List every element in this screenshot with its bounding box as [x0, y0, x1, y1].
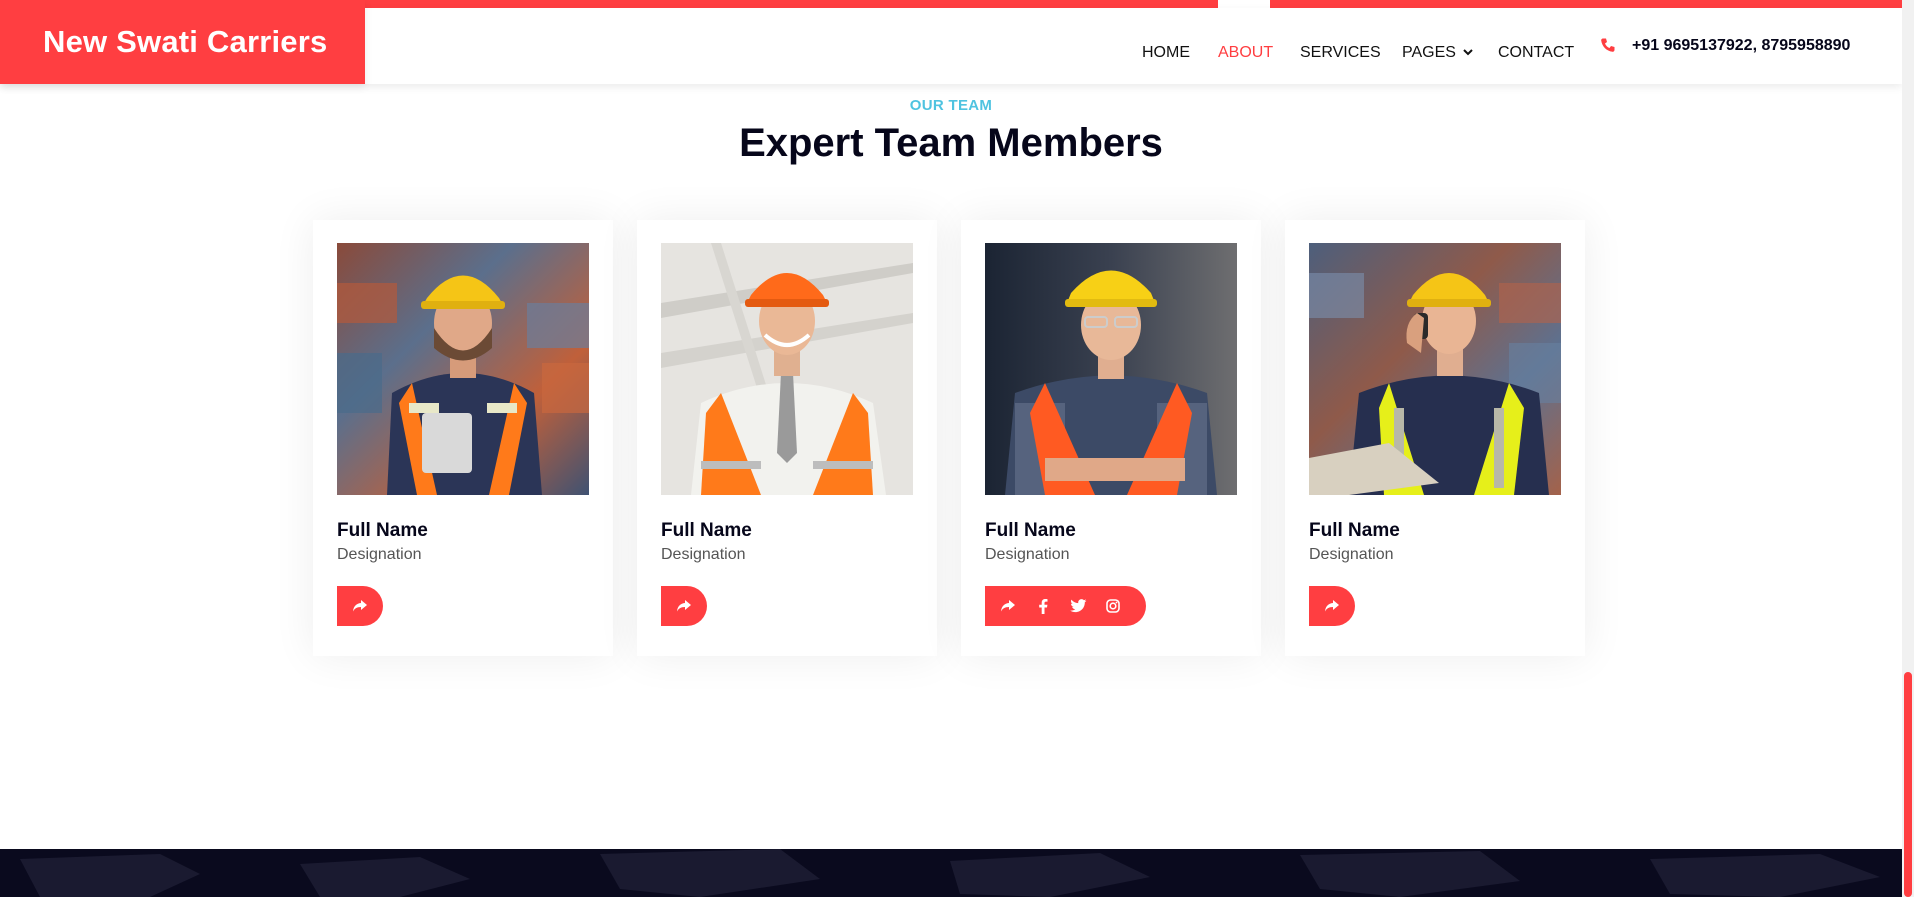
- team-member-designation: Designation: [661, 546, 746, 563]
- nav-contact[interactable]: CONTACT: [1498, 44, 1574, 62]
- nav-pages[interactable]: PAGES: [1402, 44, 1474, 62]
- team-member-photo: [337, 243, 589, 495]
- section-title: Expert Team Members: [739, 121, 1163, 165]
- nav-about[interactable]: ABOUT: [1218, 44, 1273, 62]
- team-card: Full Name Designation: [313, 220, 613, 656]
- team-member-name: Full Name: [985, 520, 1076, 541]
- instagram-icon[interactable]: [1102, 595, 1124, 617]
- team-member-name: Full Name: [1309, 520, 1400, 541]
- brand-name: New Swati Carriers: [43, 24, 328, 59]
- phone-icon: [1601, 38, 1615, 52]
- world-map-pattern: [20, 849, 1880, 897]
- nav-home[interactable]: HOME: [1142, 44, 1190, 62]
- team-member-designation: Designation: [337, 546, 422, 563]
- brand-logo[interactable]: New Swati Carriers: [0, 0, 365, 84]
- share-icon[interactable]: [997, 595, 1019, 617]
- active-nav-indicator: [1218, 0, 1270, 8]
- social-toggle[interactable]: [337, 586, 383, 626]
- chevron-down-icon: [1463, 49, 1473, 56]
- team-card: Full Name Designation: [961, 220, 1261, 656]
- share-icon[interactable]: [673, 595, 694, 617]
- team-member-designation: Designation: [1309, 546, 1394, 563]
- share-icon[interactable]: [1321, 595, 1342, 617]
- team-card: Full Name Designation: [1285, 220, 1585, 656]
- scrollbar-thumb[interactable]: [1904, 672, 1912, 897]
- team-member-name: Full Name: [337, 520, 428, 541]
- share-icon[interactable]: [349, 595, 370, 617]
- social-links-expanded: [985, 586, 1146, 626]
- facebook-icon[interactable]: [1032, 595, 1054, 617]
- team-member-photo: [985, 243, 1237, 495]
- team-member-name: Full Name: [661, 520, 752, 541]
- twitter-icon[interactable]: [1067, 595, 1089, 617]
- section-eyebrow: OUR TEAM: [909, 97, 993, 114]
- footer-map-band: [0, 849, 1902, 897]
- phone-number[interactable]: +91 9695137922, 8795958890: [1632, 37, 1850, 55]
- nav-services[interactable]: SERVICES: [1300, 44, 1381, 62]
- team-card: Full Name Designation: [637, 220, 937, 656]
- team-member-photo: [1309, 243, 1561, 495]
- team-member-designation: Designation: [985, 546, 1070, 563]
- social-toggle[interactable]: [1309, 586, 1355, 626]
- nav-pages-label: PAGES: [1402, 44, 1456, 61]
- team-member-photo: [661, 243, 913, 495]
- social-toggle[interactable]: [661, 586, 707, 626]
